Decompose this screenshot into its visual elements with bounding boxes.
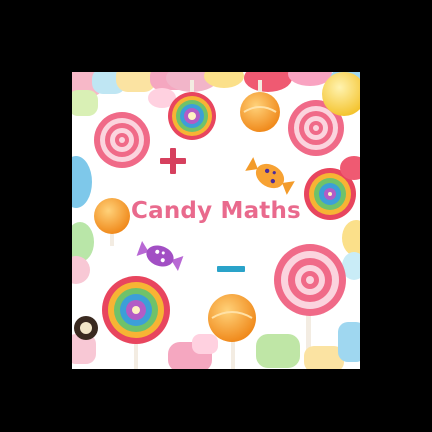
minus-symbol <box>217 266 245 272</box>
app-title: Candy Maths <box>131 198 301 224</box>
app-icon[interactable]: Candy Maths <box>72 72 360 369</box>
plus-symbol <box>160 148 186 174</box>
pink-swirl-lollipop-icon <box>94 112 150 168</box>
